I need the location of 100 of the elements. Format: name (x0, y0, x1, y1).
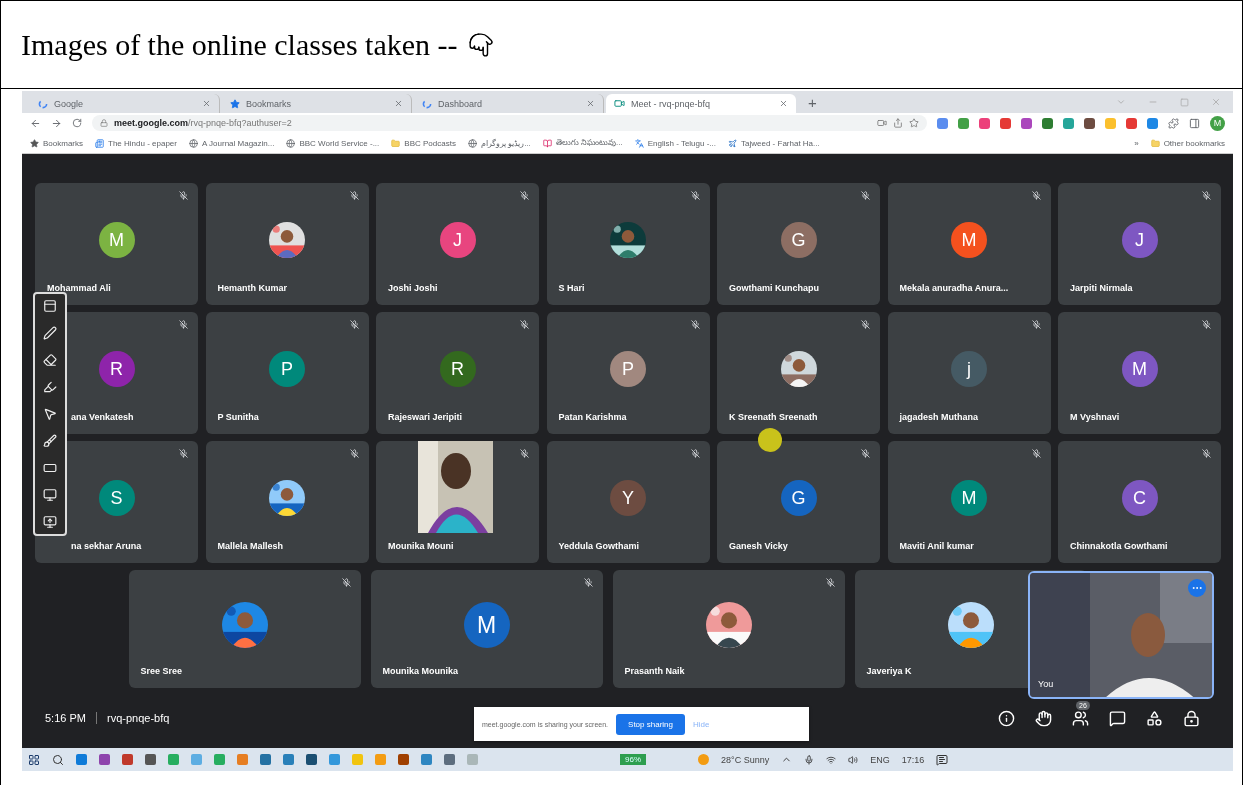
star-icon[interactable] (909, 118, 919, 128)
avatar: J (1121, 222, 1158, 258)
bookmark[interactable]: Other bookmarks (1150, 138, 1225, 148)
app-icon[interactable] (260, 754, 271, 765)
browser-tab[interactable]: Meet - rvq-pnqe-bfq (606, 94, 796, 113)
avatar: P (610, 351, 646, 387)
close-icon[interactable] (586, 99, 595, 108)
people-button[interactable] (1072, 709, 1089, 727)
more-bookmarks[interactable]: » (1134, 138, 1139, 148)
back-icon[interactable] (30, 117, 41, 129)
participant-name: Mounika Mouni (388, 541, 454, 551)
extension-icon[interactable] (979, 117, 990, 129)
new-tab-button[interactable]: + (798, 93, 827, 111)
muted-mic-icon (520, 320, 529, 329)
avatar: M (463, 602, 510, 648)
raise-hand-icon[interactable] (1035, 709, 1052, 727)
star-icon (230, 98, 240, 109)
shapes-icon[interactable] (1146, 709, 1163, 727)
avatar: M (951, 480, 987, 516)
avatar: M (98, 222, 135, 258)
puzzle-icon[interactable] (1168, 117, 1179, 129)
reload-icon[interactable] (72, 118, 82, 128)
meeting-time: 5:16 PM (45, 712, 86, 724)
participant-name: M Vyshnavi (1070, 412, 1120, 422)
notification-icon[interactable] (936, 753, 949, 766)
bookmark[interactable]: BBC World Service -... (286, 138, 380, 148)
app-icon[interactable] (444, 754, 455, 765)
bookmark[interactable]: A Journal Magazin... (188, 138, 275, 148)
avatar: J (439, 222, 476, 258)
share-icon[interactable] (893, 118, 903, 128)
bookmark[interactable]: Bookmarks (30, 138, 83, 148)
app-icon[interactable] (122, 754, 133, 765)
app-icon[interactable] (306, 754, 317, 765)
app-icon[interactable] (283, 754, 294, 765)
mic-icon[interactable] (804, 754, 815, 765)
clock[interactable]: 17:16 (901, 754, 925, 765)
participant-name: Yeddula Gowthami (558, 541, 639, 551)
extension-icon[interactable] (1126, 117, 1137, 129)
side-panel-icon[interactable] (1189, 117, 1200, 129)
weather-text: 28°C Sunny (721, 754, 770, 765)
extension-icon[interactable] (1042, 117, 1053, 129)
muted-mic-icon (690, 320, 700, 329)
search-icon[interactable] (52, 753, 64, 766)
participant-name: Chinnakotla Gowthami (1070, 541, 1168, 551)
muted-mic-icon (1031, 449, 1041, 458)
participant-name: Mounika Mounika (382, 666, 458, 676)
bookmark[interactable]: ریڈیو پروگرام... (467, 138, 531, 148)
muted-mic-icon (349, 449, 359, 458)
participant-name: Gowthami Kunchapu (729, 283, 819, 293)
extension-icon[interactable] (1000, 117, 1011, 129)
language[interactable]: ENG (870, 754, 890, 765)
muted-mic-icon (861, 320, 870, 329)
bookmark[interactable]: BBC Podcasts (391, 138, 456, 148)
extension-icon[interactable] (958, 117, 969, 129)
avatar: R (439, 351, 476, 387)
speaker-icon[interactable] (848, 754, 859, 765)
bookmark[interactable]: తెలుగు నిఘంటువు... (542, 137, 623, 149)
avatar: P (269, 351, 305, 387)
bookmark[interactable]: English - Telugu -... (634, 138, 717, 148)
wifi-icon[interactable] (826, 754, 837, 765)
close-icon[interactable] (779, 99, 788, 108)
weather-icon (698, 754, 709, 765)
app-icon[interactable] (329, 754, 340, 765)
participant-name: Rajeswari Jeripiti (388, 412, 463, 422)
address-bar[interactable]: meet.google.com/rvq-pnqe-bfq?authuser=2 (92, 115, 927, 131)
muted-mic-icon (1031, 320, 1041, 329)
chat-icon[interactable] (1109, 709, 1126, 727)
heading: Images of the online classes taken -- (21, 27, 458, 62)
extension-icon[interactable] (1147, 117, 1158, 129)
app-icon[interactable] (421, 754, 432, 765)
stop-sharing-button[interactable]: Stop sharing (616, 713, 685, 735)
app-icon[interactable] (398, 754, 409, 765)
extension-icon[interactable] (1021, 117, 1032, 129)
extension-icon[interactable] (937, 117, 948, 129)
bookmark[interactable]: Tajweed - Farhat Ha... (728, 138, 820, 148)
bookmark[interactable]: The Hindu - epaper (95, 138, 177, 148)
video-camera-icon[interactable] (877, 118, 887, 128)
participant-name: ana Venkatesh (71, 412, 134, 422)
video-camera-icon (614, 98, 625, 109)
close-icon[interactable] (202, 99, 211, 108)
avatar: C (1121, 480, 1158, 516)
muted-mic-icon (1202, 320, 1211, 329)
board-icon[interactable] (43, 299, 57, 313)
app-icon[interactable] (76, 754, 87, 765)
start-icon[interactable] (28, 753, 40, 766)
muted-mic-icon (520, 449, 529, 458)
muted-mic-icon (690, 191, 700, 200)
muted-mic-icon (1031, 191, 1041, 200)
globe-icon (286, 138, 296, 148)
app-icon[interactable] (99, 754, 110, 765)
close-icon[interactable] (394, 99, 403, 108)
extension-icon[interactable] (1084, 117, 1095, 129)
lock-icon[interactable] (1183, 709, 1200, 727)
participant-name: K Sreenath Sreenath (729, 412, 818, 422)
participant-name: Jarpiti Nirmala (1070, 283, 1133, 293)
info-icon[interactable] (998, 709, 1015, 727)
forward-icon[interactable] (51, 117, 62, 129)
avatar: S (98, 480, 135, 516)
app-icon[interactable] (145, 754, 156, 765)
lock-icon (100, 119, 108, 127)
